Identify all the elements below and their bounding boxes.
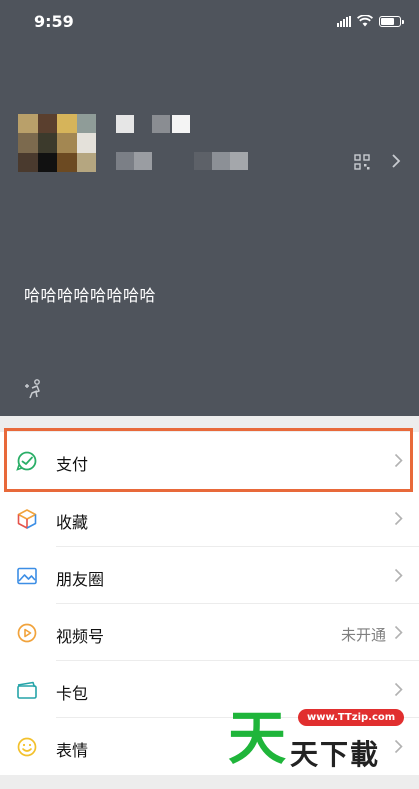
qr-code-icon[interactable] (354, 154, 370, 170)
status-icons (337, 15, 404, 27)
menu-item-moments[interactable]: 朋友圈 (0, 547, 419, 604)
chevron-right-icon (394, 511, 403, 526)
status-add-icon[interactable] (24, 378, 46, 400)
menu-item-label: 视频号 (56, 627, 105, 646)
battery-icon (379, 15, 404, 27)
watermark-text: 天下載 (290, 738, 381, 771)
pay-highlight-box (4, 428, 413, 492)
cards-icon (17, 681, 37, 699)
channels-status-value: 未开通 (340, 626, 386, 644)
chevron-right-icon (394, 682, 403, 697)
chevron-right-icon (394, 625, 403, 640)
wifi-icon (357, 15, 373, 27)
profile-signature[interactable]: 哈哈哈哈哈哈哈哈 (24, 282, 156, 306)
chevron-right-icon[interactable] (390, 152, 402, 170)
status-time: 9:59 (34, 12, 74, 31)
signal-icon (337, 15, 351, 27)
watermark-logo: 天 (228, 704, 287, 772)
watermark-url: www.TTzip.com (298, 709, 405, 726)
favorites-icon (17, 509, 37, 529)
watermark: 天 www.TTzip.com 天下載 (228, 697, 418, 773)
menu-item-label: 表情 (56, 741, 89, 760)
channels-icon (17, 623, 37, 643)
stickers-icon (17, 737, 37, 757)
profile-header: 9:59 哈哈哈哈哈哈哈哈 (0, 0, 419, 416)
avatar[interactable] (18, 114, 96, 172)
moments-icon (17, 567, 37, 585)
menu-item-label: 收藏 (56, 513, 89, 532)
menu-item-label: 卡包 (56, 684, 89, 703)
menu-item-label: 朋友圈 (56, 570, 105, 589)
menu-item-favorites[interactable]: 收藏 (0, 490, 419, 547)
menu-item-channels[interactable]: 视频号 未开通 (0, 604, 419, 661)
chevron-right-icon (394, 568, 403, 583)
